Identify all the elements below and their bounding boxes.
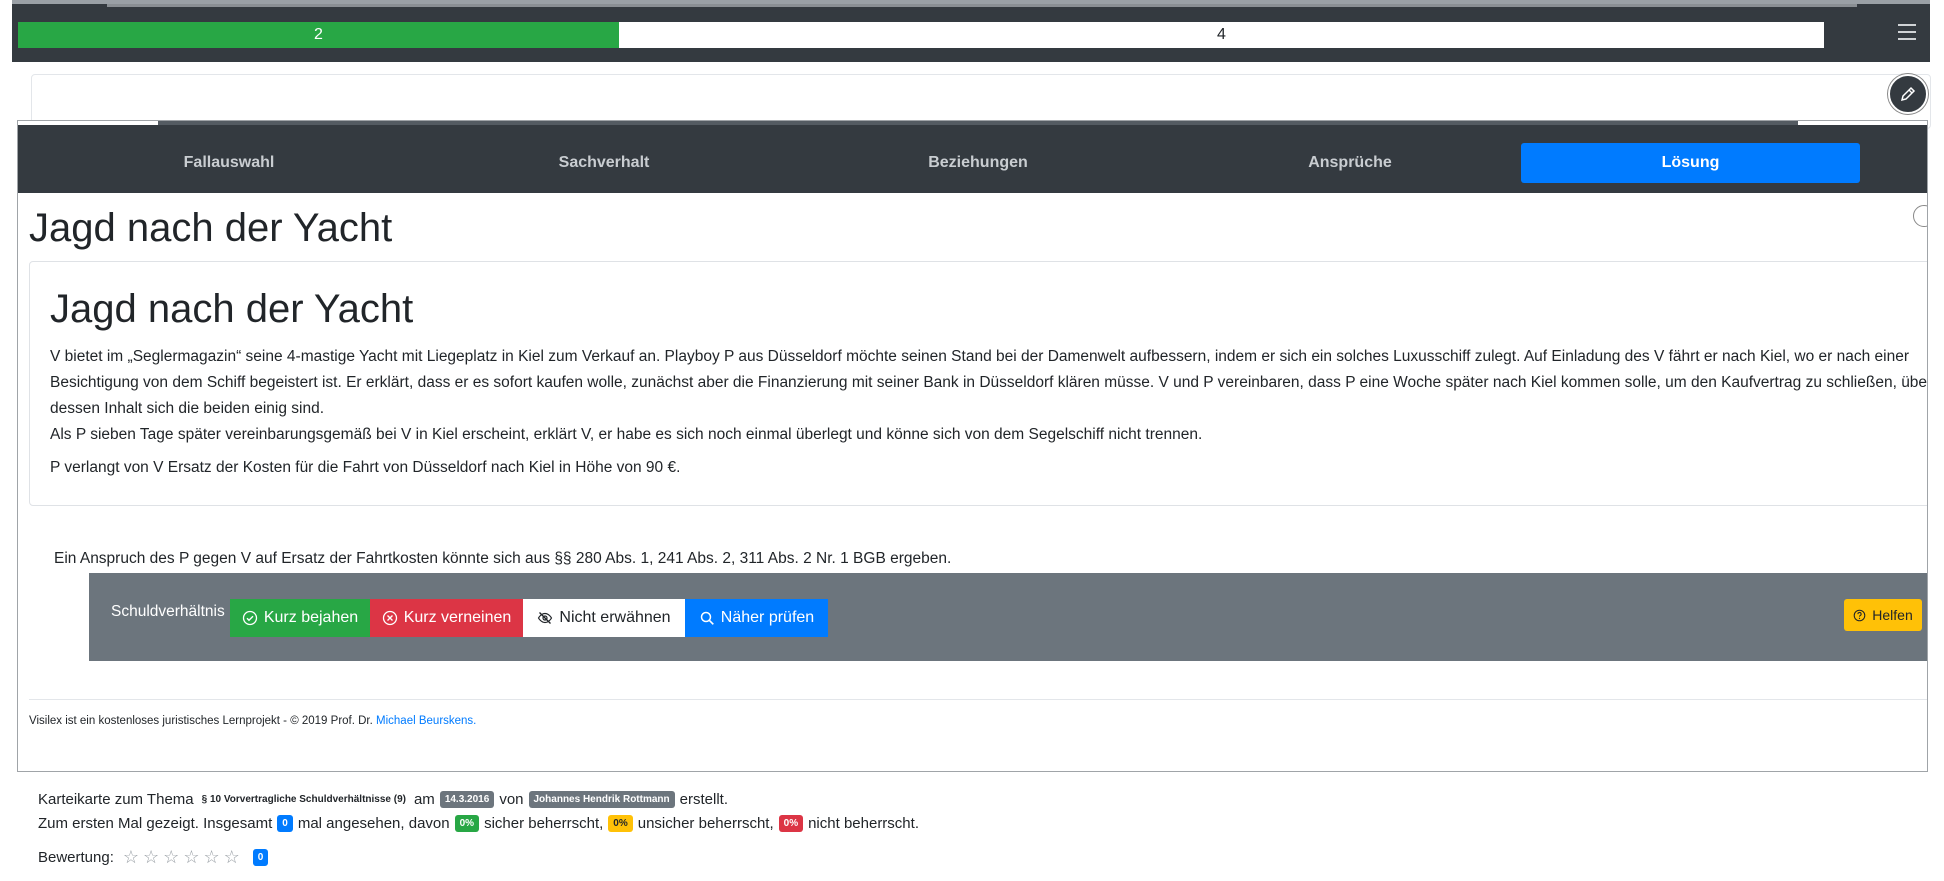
step-label: Schuldverhältnis [111, 603, 225, 620]
affirm-button-label: Kurz bejahen [263, 609, 359, 626]
rating-line: Bewertung: ☆ ☆ ☆ ☆ ☆ ☆ 0 [38, 848, 269, 866]
story-paragraph: P verlangt von V Ersatz der Kosten für d… [50, 459, 681, 476]
tab-sachverhalt[interactable]: Sachverhalt [414, 143, 794, 183]
deny-button-label: Kurz verneinen [403, 609, 512, 626]
edit-button[interactable] [1888, 74, 1928, 114]
step-navigation: Fallauswahl Sachverhalt Beziehungen Ansp… [18, 125, 1927, 193]
story-paragraph: V bietet im „Seglermagazin“ seine 4-mast… [50, 348, 1928, 417]
progress-bar: 2 4 [18, 22, 1824, 48]
check-circle-icon [242, 610, 257, 626]
star-icon[interactable]: ☆ [143, 848, 159, 866]
x-circle-icon [382, 610, 397, 626]
story-paragraph: Als P sieben Tage später vereinbarungsge… [50, 426, 1203, 443]
card-meta-line: Karteikarte zum Thema § 10 Vorvertraglic… [38, 791, 728, 808]
scroll-indicator[interactable] [1913, 205, 1927, 227]
unsure-badge: 0% [608, 815, 633, 832]
meta-by-label: von [499, 791, 524, 808]
unsure-label: unsicher beherrscht, [637, 815, 774, 832]
progress-remaining-segment: 4 [1217, 26, 1226, 43]
not-badge: 0% [778, 815, 804, 832]
pencil-icon [1900, 86, 1916, 102]
story-title: Jagd nach der Yacht [50, 287, 414, 331]
sure-badge: 0% [454, 815, 480, 832]
stats-prefix: Zum ersten Mal gezeigt. Insgesamt [38, 815, 273, 832]
meta-created-label: erstellt. [679, 791, 728, 808]
decision-toolbar: Schuldverhältnis Kurz bejahen Kurz verne… [89, 573, 1927, 661]
header-divider [107, 4, 1857, 7]
tab-ansprueche[interactable]: Ansprüche [1160, 143, 1540, 183]
date-badge: 14.3.2016 [439, 791, 495, 808]
not-label: nicht beherrscht. [808, 815, 919, 832]
topic-badge[interactable]: § 10 Vorvertragliche Schuldverhältnisse … [199, 791, 409, 808]
rating-label: Bewertung: [38, 848, 114, 866]
author-link[interactable]: Michael Beurskens. [376, 715, 476, 727]
eye-slash-icon [538, 612, 553, 624]
rating-count-badge: 0 [252, 848, 269, 866]
author-badge[interactable]: Johannes Hendrik Rottmann [528, 791, 675, 808]
rating-stars[interactable]: ☆ ☆ ☆ ☆ ☆ ☆ [123, 848, 240, 866]
omit-button[interactable]: Nicht erwähnen [523, 599, 685, 637]
views-suffix: mal angesehen, davon [297, 815, 450, 832]
star-icon[interactable]: ☆ [163, 848, 179, 866]
star-icon[interactable]: ☆ [123, 848, 139, 866]
examine-button[interactable]: Näher prüfen [685, 599, 828, 637]
case-card: Fallauswahl Sachverhalt Beziehungen Ansp… [17, 120, 1928, 772]
deny-button[interactable]: Kurz verneinen [370, 599, 523, 637]
star-icon[interactable]: ☆ [183, 848, 199, 866]
tab-loesung[interactable]: Lösung [1521, 143, 1860, 183]
tab-beziehungen[interactable]: Beziehungen [788, 143, 1168, 183]
star-icon[interactable]: ☆ [224, 848, 240, 866]
meta-prefix: Karteikarte zum Thema [38, 791, 194, 808]
claim-statement: Ein Anspruch des P gegen V auf Ersatz de… [54, 550, 952, 567]
hamburger-menu-icon[interactable] [1898, 24, 1916, 40]
progress-header: 2 4 [12, 0, 1930, 62]
question-circle-icon [1853, 609, 1866, 621]
tab-fallauswahl[interactable]: Fallauswahl [39, 143, 419, 183]
affirm-button[interactable]: Kurz bejahen [230, 599, 370, 637]
case-story-box: Jagd nach der Yacht V bietet im „Seglerm… [29, 261, 1928, 506]
sure-label: sicher beherrscht, [484, 815, 604, 832]
meta-on-label: am [413, 791, 435, 808]
footer-divider [29, 699, 1927, 700]
help-button-label: Helfen [1872, 607, 1913, 623]
progress-done-segment: 2 [18, 22, 619, 48]
views-badge: 0 [277, 815, 293, 832]
omit-button-label: Nicht erwähnen [559, 609, 671, 626]
stats-line: Zum ersten Mal gezeigt. Insgesamt 0 mal … [38, 815, 919, 832]
footer: Visilex ist ein kostenloses juristisches… [29, 715, 476, 727]
page-title: Jagd nach der Yacht [29, 206, 393, 250]
search-icon [700, 611, 714, 625]
star-icon[interactable]: ☆ [203, 848, 219, 866]
help-button[interactable]: Helfen [1844, 599, 1922, 631]
footer-text: Visilex ist ein kostenloses juristisches… [29, 715, 377, 727]
examine-button-label: Näher prüfen [720, 609, 815, 626]
